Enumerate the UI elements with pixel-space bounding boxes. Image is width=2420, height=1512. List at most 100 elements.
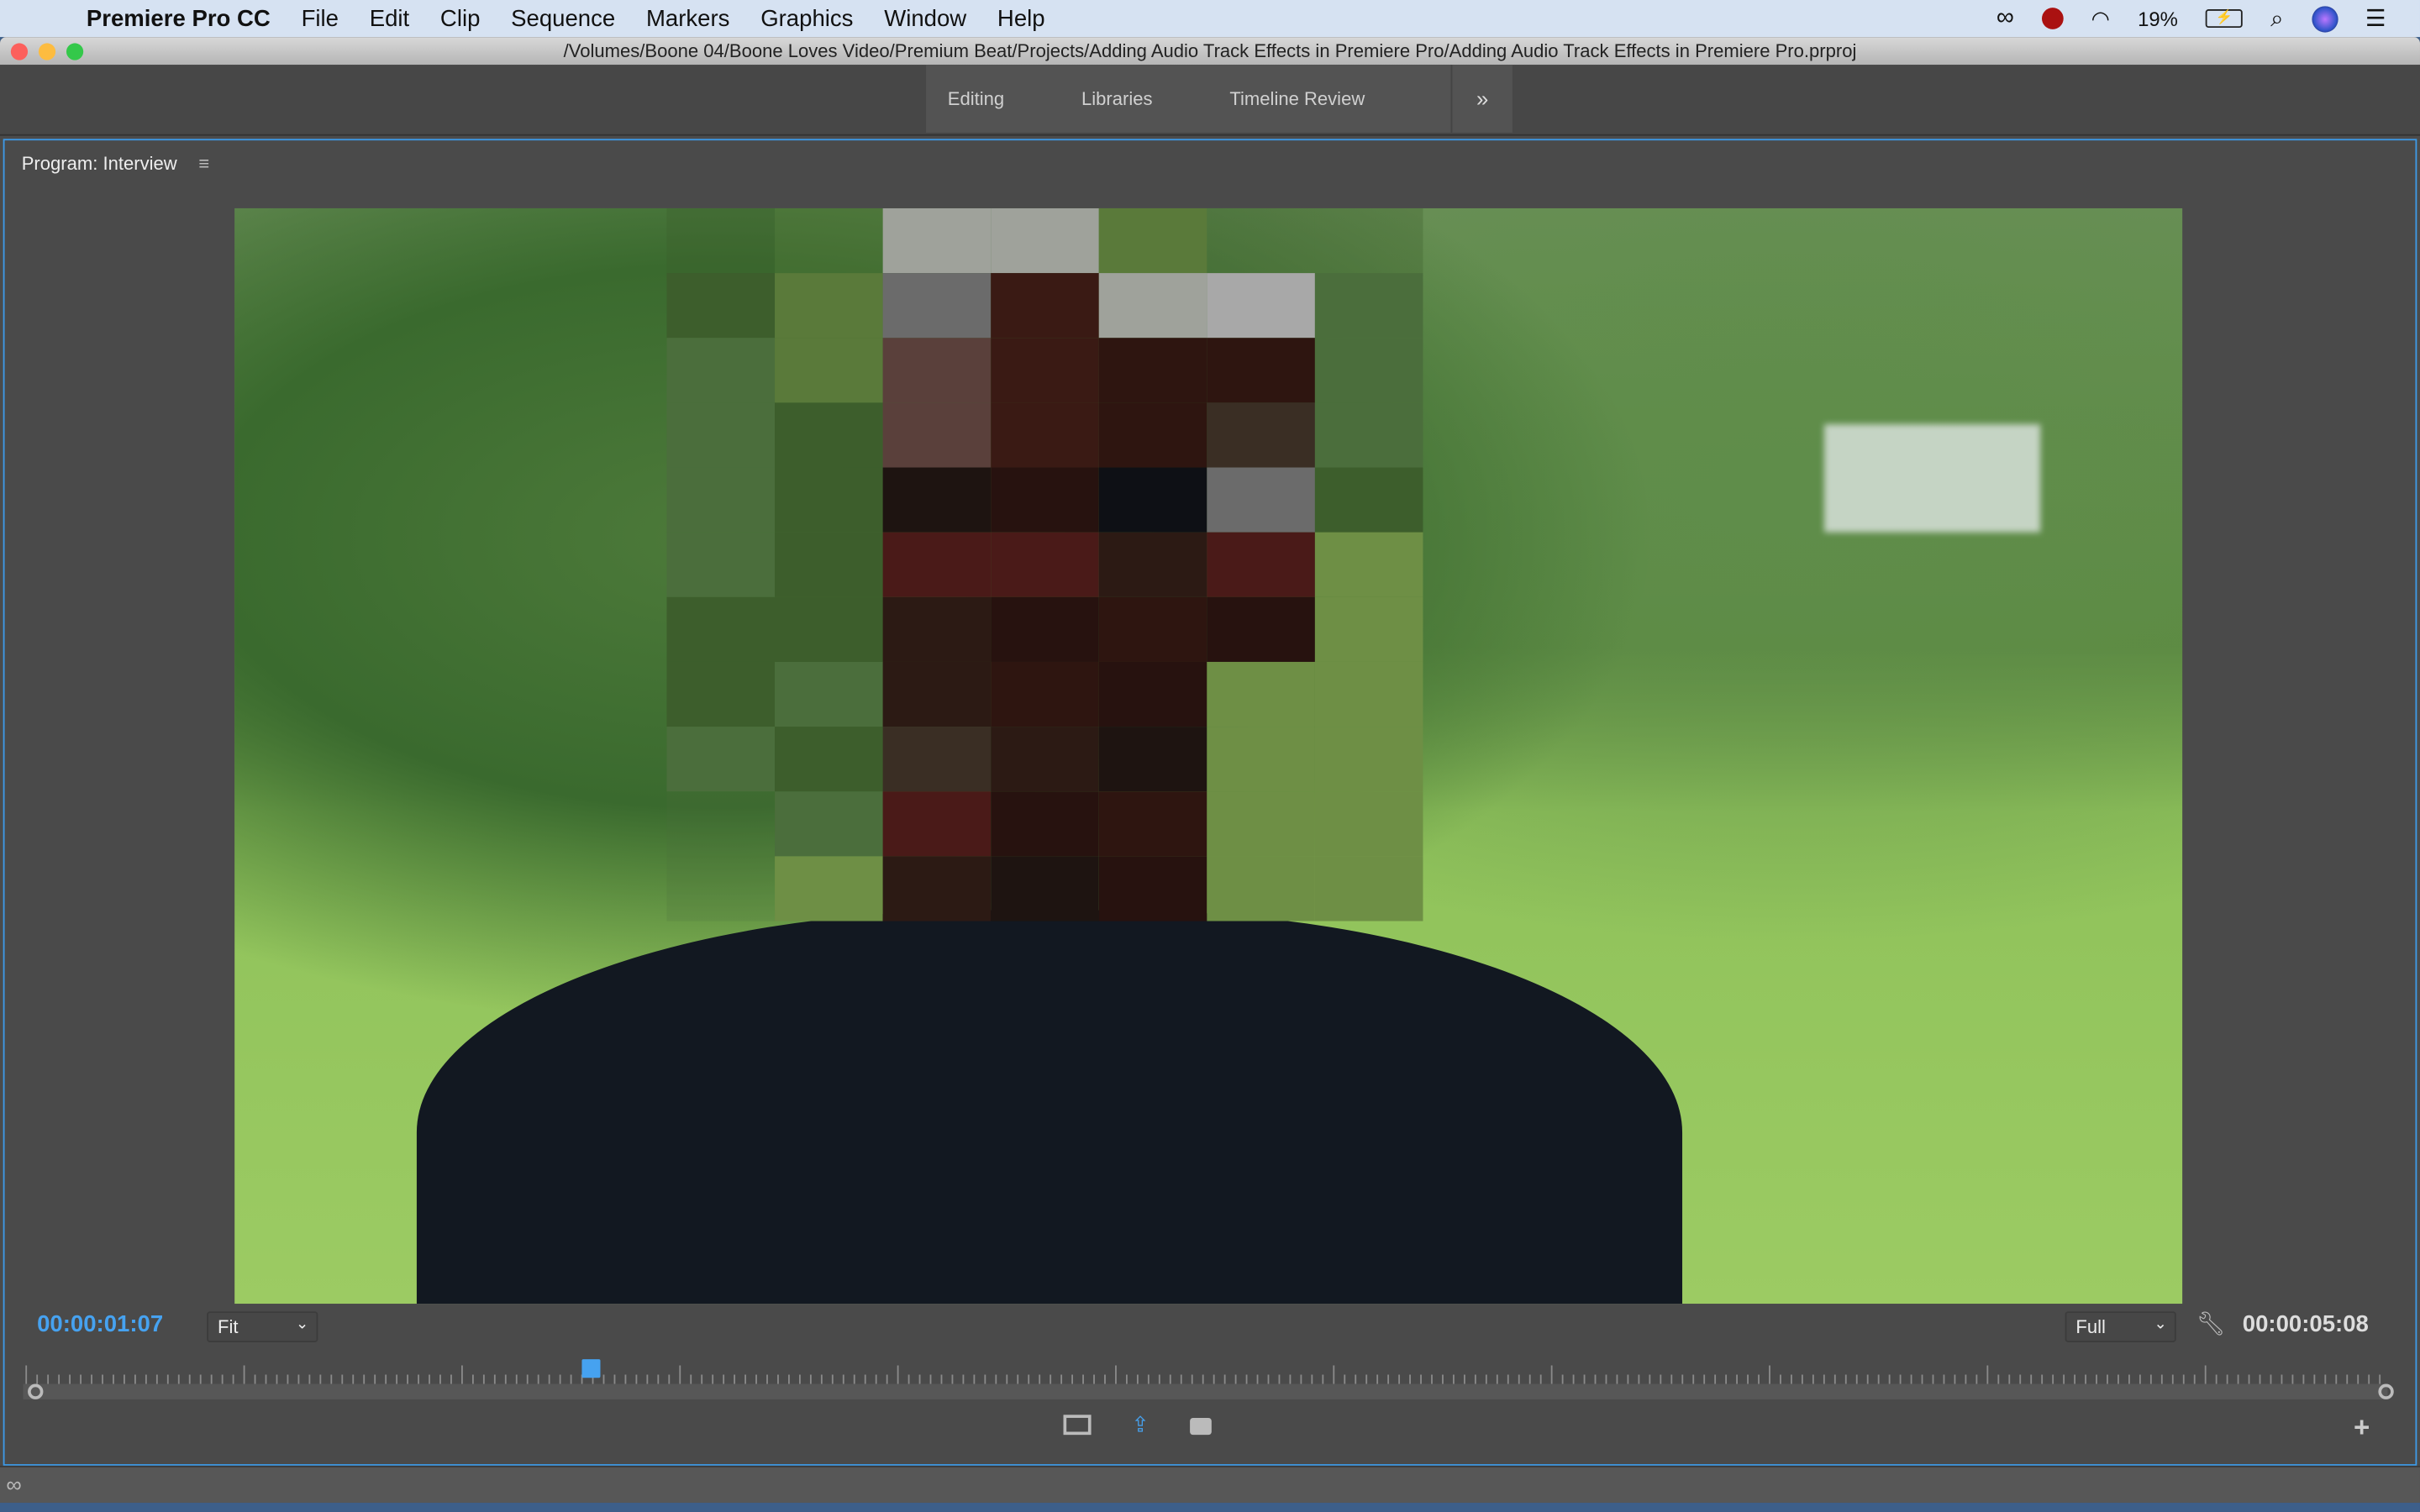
workspace-tab-editing[interactable]: Editing bbox=[926, 88, 1004, 110]
mosaic-block bbox=[1098, 661, 1207, 727]
mosaic-block bbox=[666, 727, 776, 792]
mosaic-block bbox=[882, 207, 992, 274]
workspace-tab-libraries[interactable]: Libraries bbox=[1060, 88, 1153, 110]
program-video-frame[interactable] bbox=[234, 207, 2183, 1305]
mosaic-block bbox=[991, 207, 1099, 274]
mosaic-block bbox=[991, 661, 1099, 727]
panel-title[interactable]: Program: Interview bbox=[22, 153, 177, 175]
mosaic-block bbox=[991, 273, 1099, 339]
export-frame-share-icon[interactable]: ⇪ bbox=[1131, 1413, 1150, 1435]
mosaic-block bbox=[775, 402, 883, 468]
mosaic-block bbox=[1314, 661, 1423, 727]
menu-bar: Premiere Pro CC File Edit Clip Sequence … bbox=[0, 0, 2420, 38]
mosaic-block bbox=[1098, 467, 1207, 533]
spotlight-search-icon[interactable]: ⌕ bbox=[2270, 5, 2283, 31]
menu-app-name[interactable]: Premiere Pro CC bbox=[87, 5, 271, 31]
mosaic-block bbox=[666, 661, 776, 727]
mosaic-block bbox=[1098, 596, 1207, 662]
mosaic-block bbox=[666, 273, 776, 339]
mosaic-block bbox=[666, 207, 776, 274]
menu-edit[interactable]: Edit bbox=[370, 5, 409, 31]
mosaic-block bbox=[1207, 338, 1315, 403]
menu-window[interactable]: Window bbox=[884, 5, 966, 31]
status-bar: ∞ bbox=[0, 1465, 2420, 1503]
pixelated-face bbox=[666, 207, 1423, 921]
mosaic-block bbox=[991, 791, 1099, 857]
mosaic-block bbox=[775, 791, 883, 857]
mosaic-block bbox=[1207, 532, 1315, 597]
background-house bbox=[1824, 424, 2041, 533]
mosaic-block bbox=[1098, 727, 1207, 792]
mosaic-block bbox=[666, 402, 776, 468]
mosaic-block bbox=[666, 596, 776, 662]
mosaic-block bbox=[1314, 596, 1423, 662]
mosaic-block bbox=[1098, 273, 1207, 339]
menu-graphics[interactable]: Graphics bbox=[760, 5, 853, 31]
camera-export-frame-icon[interactable] bbox=[1189, 1417, 1212, 1436]
mosaic-block bbox=[666, 467, 776, 533]
workspace-tab-timeline-review[interactable]: Timeline Review bbox=[1208, 88, 1365, 110]
menu-markers[interactable]: Markers bbox=[646, 5, 729, 31]
mosaic-block bbox=[882, 596, 992, 662]
premiere-window: /Volumes/Boone 04/Boone Loves Video/Prem… bbox=[0, 37, 2420, 1503]
mosaic-block bbox=[991, 467, 1099, 533]
mosaic-block bbox=[1207, 727, 1315, 792]
safe-margins-icon[interactable] bbox=[1063, 1415, 1092, 1436]
mosaic-block bbox=[775, 596, 883, 662]
zoom-level-dropdown[interactable]: Fit ⌄ bbox=[207, 1311, 318, 1342]
mosaic-block bbox=[666, 532, 776, 597]
program-monitor-panel: Program: Interview ≡ 00:00:01:07 Fit ⌄ Fu… bbox=[3, 139, 2417, 1466]
zoom-handle-left[interactable] bbox=[28, 1383, 44, 1399]
chevron-down-icon: ⌄ bbox=[2154, 1315, 2167, 1333]
zoom-level-value: Fit bbox=[217, 1315, 239, 1338]
notification-center-icon[interactable]: ☰ bbox=[2365, 5, 2386, 33]
mosaic-block bbox=[1314, 727, 1423, 792]
menu-file[interactable]: File bbox=[302, 5, 339, 31]
subject-shirt bbox=[416, 910, 1683, 1305]
mosaic-block bbox=[1098, 791, 1207, 857]
mosaic-block bbox=[775, 207, 883, 274]
time-ruler[interactable] bbox=[24, 1362, 2388, 1384]
window-title: /Volumes/Boone 04/Boone Loves Video/Prem… bbox=[563, 39, 1857, 62]
zoom-scroll-bar[interactable] bbox=[23, 1383, 2388, 1399]
mosaic-block bbox=[1098, 532, 1207, 597]
wrench-settings-icon[interactable]: 🔧︎ bbox=[2196, 1310, 2226, 1337]
mosaic-block bbox=[991, 402, 1099, 468]
mosaic-block bbox=[775, 532, 883, 597]
wifi-icon[interactable]: ◠ bbox=[2091, 5, 2110, 31]
menu-help[interactable]: Help bbox=[997, 5, 1045, 31]
zoom-handle-right[interactable] bbox=[2378, 1383, 2394, 1399]
siri-icon[interactable] bbox=[2311, 5, 2338, 32]
mosaic-block bbox=[666, 791, 776, 857]
duration-timecode: 00:00:05:08 bbox=[2242, 1311, 2369, 1338]
more-workspaces-button[interactable]: » bbox=[1450, 65, 1512, 133]
mosaic-block bbox=[775, 727, 883, 792]
battery-icon[interactable]: ⚡ bbox=[2205, 9, 2244, 29]
mosaic-block bbox=[775, 467, 883, 533]
mosaic-block bbox=[775, 273, 883, 339]
menu-sequence[interactable]: Sequence bbox=[511, 5, 615, 31]
creative-cloud-status-icon[interactable]: ∞ bbox=[6, 1472, 21, 1496]
panel-menu-icon[interactable]: ≡ bbox=[198, 153, 209, 175]
mosaic-block bbox=[991, 727, 1099, 792]
mosaic-block bbox=[1207, 402, 1315, 468]
creative-cloud-icon[interactable]: ∞ bbox=[1996, 5, 2014, 33]
mosaic-block bbox=[1098, 338, 1207, 403]
mosaic-block bbox=[1098, 402, 1207, 468]
resolution-dropdown[interactable]: Full ⌄ bbox=[2065, 1311, 2176, 1342]
current-timecode[interactable]: 00:00:01:07 bbox=[37, 1311, 163, 1337]
mosaic-block bbox=[882, 661, 992, 727]
playhead[interactable] bbox=[581, 1359, 600, 1378]
battery-percent[interactable]: 19% bbox=[2138, 7, 2178, 30]
apple-icon[interactable] bbox=[31, 5, 62, 33]
app-status-icon[interactable] bbox=[2041, 8, 2064, 29]
mosaic-block bbox=[1314, 338, 1423, 403]
mosaic-block bbox=[882, 791, 992, 857]
mosaic-block bbox=[882, 467, 992, 533]
mosaic-block bbox=[1098, 207, 1207, 274]
mosaic-block bbox=[1207, 791, 1315, 857]
menu-clip[interactable]: Clip bbox=[440, 5, 480, 31]
mosaic-block bbox=[1207, 207, 1315, 274]
add-button-icon[interactable]: + bbox=[2354, 1413, 2370, 1441]
mosaic-block bbox=[1207, 856, 1315, 921]
